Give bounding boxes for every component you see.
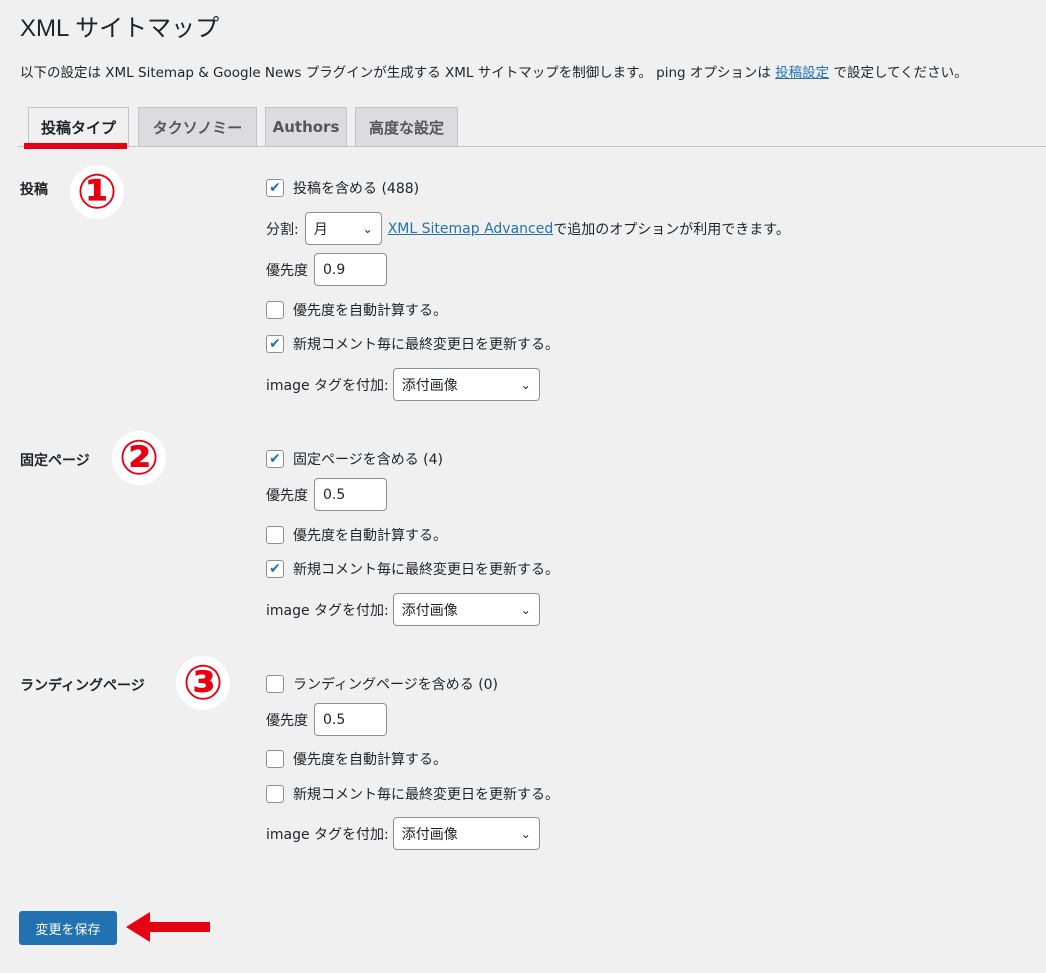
annotation-marker-1: ① <box>70 165 124 219</box>
landing-auto-priority-row: 優先度を自動計算する。 <box>266 749 447 769</box>
pages-lastmod-checkbox[interactable]: ✔ <box>266 560 284 578</box>
auto-priority-label: 優先度を自動計算する。 <box>293 303 447 319</box>
tab-bar: 投稿タイプ タクソノミー Authors 高度な設定 <box>0 107 1046 148</box>
arrow-left-icon <box>126 912 210 942</box>
landing-include-label: ランディングページを含める (0) <box>293 677 499 693</box>
posts-auto-priority-row: 優先度を自動計算する。 <box>266 300 447 320</box>
landing-image-row: image タグを付加: 添付画像 ⌄ <box>266 817 540 850</box>
chevron-down-icon: ⌄ <box>520 602 531 617</box>
posts-priority-row: 優先度 <box>266 253 387 286</box>
annotation-marker-3: ③ <box>176 656 230 710</box>
image-tag-label: image タグを付加: <box>266 826 389 843</box>
posts-include-checkbox[interactable]: ✔ <box>266 179 284 197</box>
post-settings-link[interactable]: 投稿設定 <box>775 65 829 81</box>
posts-lastmod-row: ✔ 新規コメント毎に最終変更日を更新する。 <box>266 334 559 354</box>
landing-auto-priority-checkbox[interactable] <box>266 750 284 768</box>
active-tab-highlight <box>24 143 127 149</box>
lastmod-label: 新規コメント毎に最終変更日を更新する。 <box>293 787 559 803</box>
pages-lastmod-row: ✔ 新規コメント毎に最終変更日を更新する。 <box>266 559 559 579</box>
pages-image-select[interactable]: 添付画像 ⌄ <box>392 593 540 626</box>
priority-label: 優先度 <box>266 487 308 504</box>
posts-image-row: image タグを付加: 添付画像 ⌄ <box>266 368 540 401</box>
intro-text: 以下の設定は XML Sitemap & Google News プラグインが生… <box>20 61 968 81</box>
posts-split-row: 分割: 月 ⌄ XML Sitemap Advanced で追加のオプションが利… <box>266 212 790 245</box>
chevron-down-icon: ⌄ <box>362 221 373 236</box>
intro-prefix: 以下の設定は XML Sitemap & Google News プラグインが生… <box>20 65 776 81</box>
tab-authors[interactable]: Authors <box>265 107 347 147</box>
lastmod-label: 新規コメント毎に最終変更日を更新する。 <box>293 562 559 578</box>
posts-auto-priority-checkbox[interactable] <box>266 301 284 319</box>
image-tag-label: image タグを付加: <box>266 377 389 394</box>
posts-include-row: ✔ 投稿を含める (488) <box>266 178 419 198</box>
landing-priority-input[interactable] <box>314 703 387 736</box>
pages-image-value: 添付画像 <box>401 602 458 619</box>
pages-include-label: 固定ページを含める (4) <box>293 452 444 468</box>
advanced-plugin-link[interactable]: XML Sitemap Advanced <box>388 221 554 237</box>
posts-image-select[interactable]: 添付画像 ⌄ <box>392 368 540 401</box>
landing-image-value: 添付画像 <box>401 826 458 843</box>
posts-split-select[interactable]: 月 ⌄ <box>304 212 382 245</box>
pages-priority-input[interactable] <box>314 478 387 511</box>
pages-image-row: image タグを付加: 添付画像 ⌄ <box>266 593 540 626</box>
save-changes-button[interactable]: 変更を保存 <box>19 911 117 945</box>
pages-auto-priority-row: 優先度を自動計算する。 <box>266 525 447 545</box>
section-label-pages: 固定ページ <box>20 453 90 469</box>
landing-priority-row: 優先度 <box>266 703 387 736</box>
priority-label: 優先度 <box>266 712 308 729</box>
tab-taxonomies[interactable]: タクソノミー <box>138 107 257 147</box>
image-tag-label: image タグを付加: <box>266 602 389 619</box>
tab-post-types[interactable]: 投稿タイプ <box>28 107 129 148</box>
pages-include-row: ✔ 固定ページを含める (4) <box>266 449 443 469</box>
posts-include-label: 投稿を含める (488) <box>293 181 420 197</box>
pages-priority-row: 優先度 <box>266 478 387 511</box>
landing-include-row: ランディングページを含める (0) <box>266 674 498 694</box>
tab-advanced[interactable]: 高度な設定 <box>355 107 458 147</box>
pages-include-checkbox[interactable]: ✔ <box>266 450 284 468</box>
posts-lastmod-checkbox[interactable]: ✔ <box>266 335 284 353</box>
lastmod-label: 新規コメント毎に最終変更日を更新する。 <box>293 337 559 353</box>
split-label: 分割: <box>266 221 299 238</box>
page-title: XML サイトマップ <box>20 15 220 42</box>
landing-image-select[interactable]: 添付画像 ⌄ <box>392 817 540 850</box>
priority-label: 優先度 <box>266 262 308 279</box>
chevron-down-icon: ⌄ <box>520 826 531 841</box>
posts-priority-input[interactable] <box>314 253 387 286</box>
section-label-landing: ランディングページ <box>20 678 145 694</box>
section-label-posts: 投稿 <box>20 182 48 198</box>
landing-lastmod-row: 新規コメント毎に最終変更日を更新する。 <box>266 784 559 804</box>
landing-include-checkbox[interactable] <box>266 675 284 693</box>
pages-auto-priority-checkbox[interactable] <box>266 526 284 544</box>
intro-suffix: で設定してください。 <box>829 65 968 81</box>
annotation-marker-2: ② <box>112 431 166 485</box>
posts-split-value: 月 <box>313 221 328 238</box>
chevron-down-icon: ⌄ <box>520 377 531 392</box>
posts-image-value: 添付画像 <box>401 377 458 394</box>
auto-priority-label: 優先度を自動計算する。 <box>293 528 447 544</box>
landing-lastmod-checkbox[interactable] <box>266 785 284 803</box>
advanced-suffix: で追加のオプションが利用できます。 <box>553 221 790 238</box>
auto-priority-label: 優先度を自動計算する。 <box>293 752 447 768</box>
